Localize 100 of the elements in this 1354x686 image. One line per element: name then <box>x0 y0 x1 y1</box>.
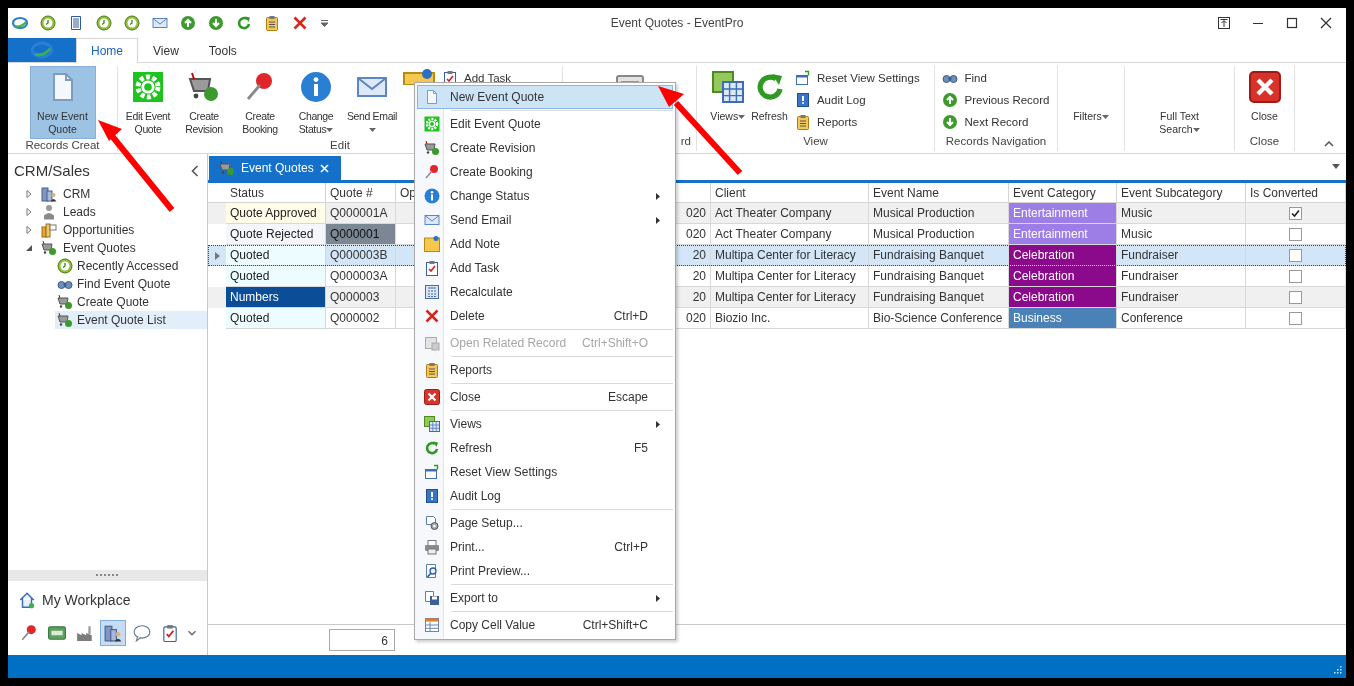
note-icon <box>424 236 440 252</box>
menu-item[interactable]: Close Escape <box>417 385 673 409</box>
cart-icon <box>57 312 73 328</box>
menu-item[interactable]: Create Booking <box>417 160 673 184</box>
collapsed-icon[interactable] <box>25 208 33 216</box>
ribbon-button[interactable]: Find <box>938 69 1054 87</box>
info-icon <box>424 188 440 204</box>
tree-item[interactable]: Event Quote List <box>55 311 207 329</box>
book-icon <box>424 488 440 504</box>
ribbon-tab[interactable]: Tools <box>193 38 252 63</box>
ribbon-button[interactable]: Reports <box>790 113 924 131</box>
tree-item[interactable]: Opportunities <box>8 221 207 239</box>
checkbox[interactable] <box>1289 311 1302 325</box>
logo-icon[interactable] <box>12 15 28 31</box>
chart-icon <box>41 222 57 238</box>
clipboard-icon <box>794 114 811 130</box>
table-cell: Music <box>1117 203 1246 224</box>
tree-item[interactable]: CRM <box>8 185 207 203</box>
gear-icon <box>132 71 164 103</box>
tab-list-dropdown-icon[interactable] <box>1332 164 1340 169</box>
collapse-panel-icon[interactable] <box>191 164 199 177</box>
document-tab[interactable]: Event Quotes <box>209 156 341 180</box>
clock-icon[interactable] <box>96 15 112 31</box>
expanded-icon[interactable] <box>25 244 33 252</box>
refresh-icon[interactable] <box>236 15 252 31</box>
checkbox[interactable] <box>1289 227 1302 241</box>
tree-item[interactable]: Create Quote <box>55 293 207 311</box>
menu-item[interactable]: Refresh F5 <box>417 436 673 460</box>
resize-grip-icon[interactable] <box>1332 664 1342 674</box>
menu-item[interactable]: Page Setup... <box>417 511 673 535</box>
clock-icon[interactable] <box>124 15 140 31</box>
home-icon <box>18 591 36 609</box>
menu-item[interactable]: New Event Quote <box>417 85 673 109</box>
ribbon-button[interactable]: Edit Event Quote <box>120 66 176 139</box>
tree-item[interactable]: Leads <box>8 203 207 221</box>
ribbon-button[interactable]: Create Revision <box>176 66 232 139</box>
menu-item[interactable]: Copy Cell Value Ctrl+Shift+C <box>417 613 673 637</box>
pin-window-icon[interactable] <box>1218 17 1230 29</box>
menu-item[interactable]: Reports <box>417 358 673 382</box>
envelope-icon[interactable] <box>152 15 168 31</box>
ribbon-tab[interactable]: Home <box>76 38 138 63</box>
pushpin-icon <box>424 164 440 180</box>
tree-item[interactable]: Find Event Quote <box>55 275 207 293</box>
ribbon-button[interactable]: Audit Log <box>790 91 924 109</box>
ribbon-button[interactable]: Change Status <box>288 66 344 139</box>
calculator-icon <box>424 284 440 300</box>
checklist-icon <box>424 260 440 276</box>
collapse-ribbon-icon[interactable] <box>1324 141 1334 147</box>
save-icon <box>424 590 440 606</box>
checkbox[interactable] <box>1289 206 1302 220</box>
document-icon[interactable] <box>68 15 84 31</box>
collapsed-icon[interactable] <box>25 190 33 198</box>
x-mark-icon[interactable] <box>292 15 308 31</box>
clipboard-icon[interactable] <box>264 15 280 31</box>
note-icon <box>403 69 435 85</box>
menu-item[interactable]: Print... Ctrl+P <box>417 535 673 559</box>
tree-item[interactable]: Recently Accessed <box>55 257 207 275</box>
table-cell: Entertainment <box>1009 203 1117 224</box>
clock-icon[interactable] <box>40 15 56 31</box>
navigation-button[interactable] <box>100 620 127 646</box>
ribbon-button[interactable]: Filters <box>1070 66 1112 134</box>
menu-item[interactable]: Edit Event Quote <box>417 112 673 136</box>
menu-item[interactable]: Reset View Settings <box>417 460 673 484</box>
checkbox[interactable] <box>1289 269 1302 283</box>
cart-icon <box>57 294 73 310</box>
building-icon <box>104 624 123 642</box>
ribbon-button[interactable]: Reset View Settings <box>790 69 924 87</box>
grip-icon[interactable] <box>95 574 120 577</box>
table-icon <box>424 617 440 633</box>
maximize-icon[interactable] <box>1286 17 1298 29</box>
tree-item[interactable]: Event Quotes <box>8 239 207 257</box>
checkbox[interactable] <box>1289 248 1302 262</box>
form-icon <box>424 335 440 351</box>
table-cell: Quoted <box>226 266 326 287</box>
workplace-button[interactable]: My Workplace <box>8 581 207 619</box>
close-icon[interactable] <box>1320 17 1332 29</box>
ribbon-tab[interactable]: View <box>138 38 194 63</box>
menu-item[interactable]: Export to <box>417 586 673 610</box>
group-label: Edit <box>330 139 350 151</box>
ribbon-button[interactable]: Create Booking <box>232 66 288 139</box>
customize-dropdown-icon[interactable] <box>320 19 329 27</box>
ribbon-button[interactable]: Send Email <box>344 66 400 139</box>
ribbon-button[interactable]: Views <box>707 66 749 134</box>
table-cell: Q000002 <box>326 308 396 329</box>
ribbon-button[interactable]: New Event Quote <box>29 66 96 139</box>
ribbon-button[interactable]: Next Record <box>938 113 1054 131</box>
menu-item[interactable]: Views <box>417 412 673 436</box>
printer-icon <box>424 539 440 555</box>
checkbox[interactable] <box>1289 290 1302 304</box>
menu-item[interactable]: Print Preview... <box>417 559 673 583</box>
ribbon-button[interactable]: Full Text Search <box>1146 66 1213 139</box>
table-cell: Celebration <box>1009 245 1117 266</box>
cart-icon <box>188 71 220 103</box>
menu-item[interactable]: Audit Log <box>417 484 673 508</box>
menu-item[interactable]: Create Revision <box>417 136 673 160</box>
close-icon <box>424 389 440 405</box>
ribbon-button[interactable]: Previous Record <box>938 91 1054 109</box>
ribbon-button[interactable]: Close <box>1245 66 1284 134</box>
ribbon-button[interactable]: Refresh <box>748 66 791 134</box>
collapsed-icon[interactable] <box>25 226 33 234</box>
